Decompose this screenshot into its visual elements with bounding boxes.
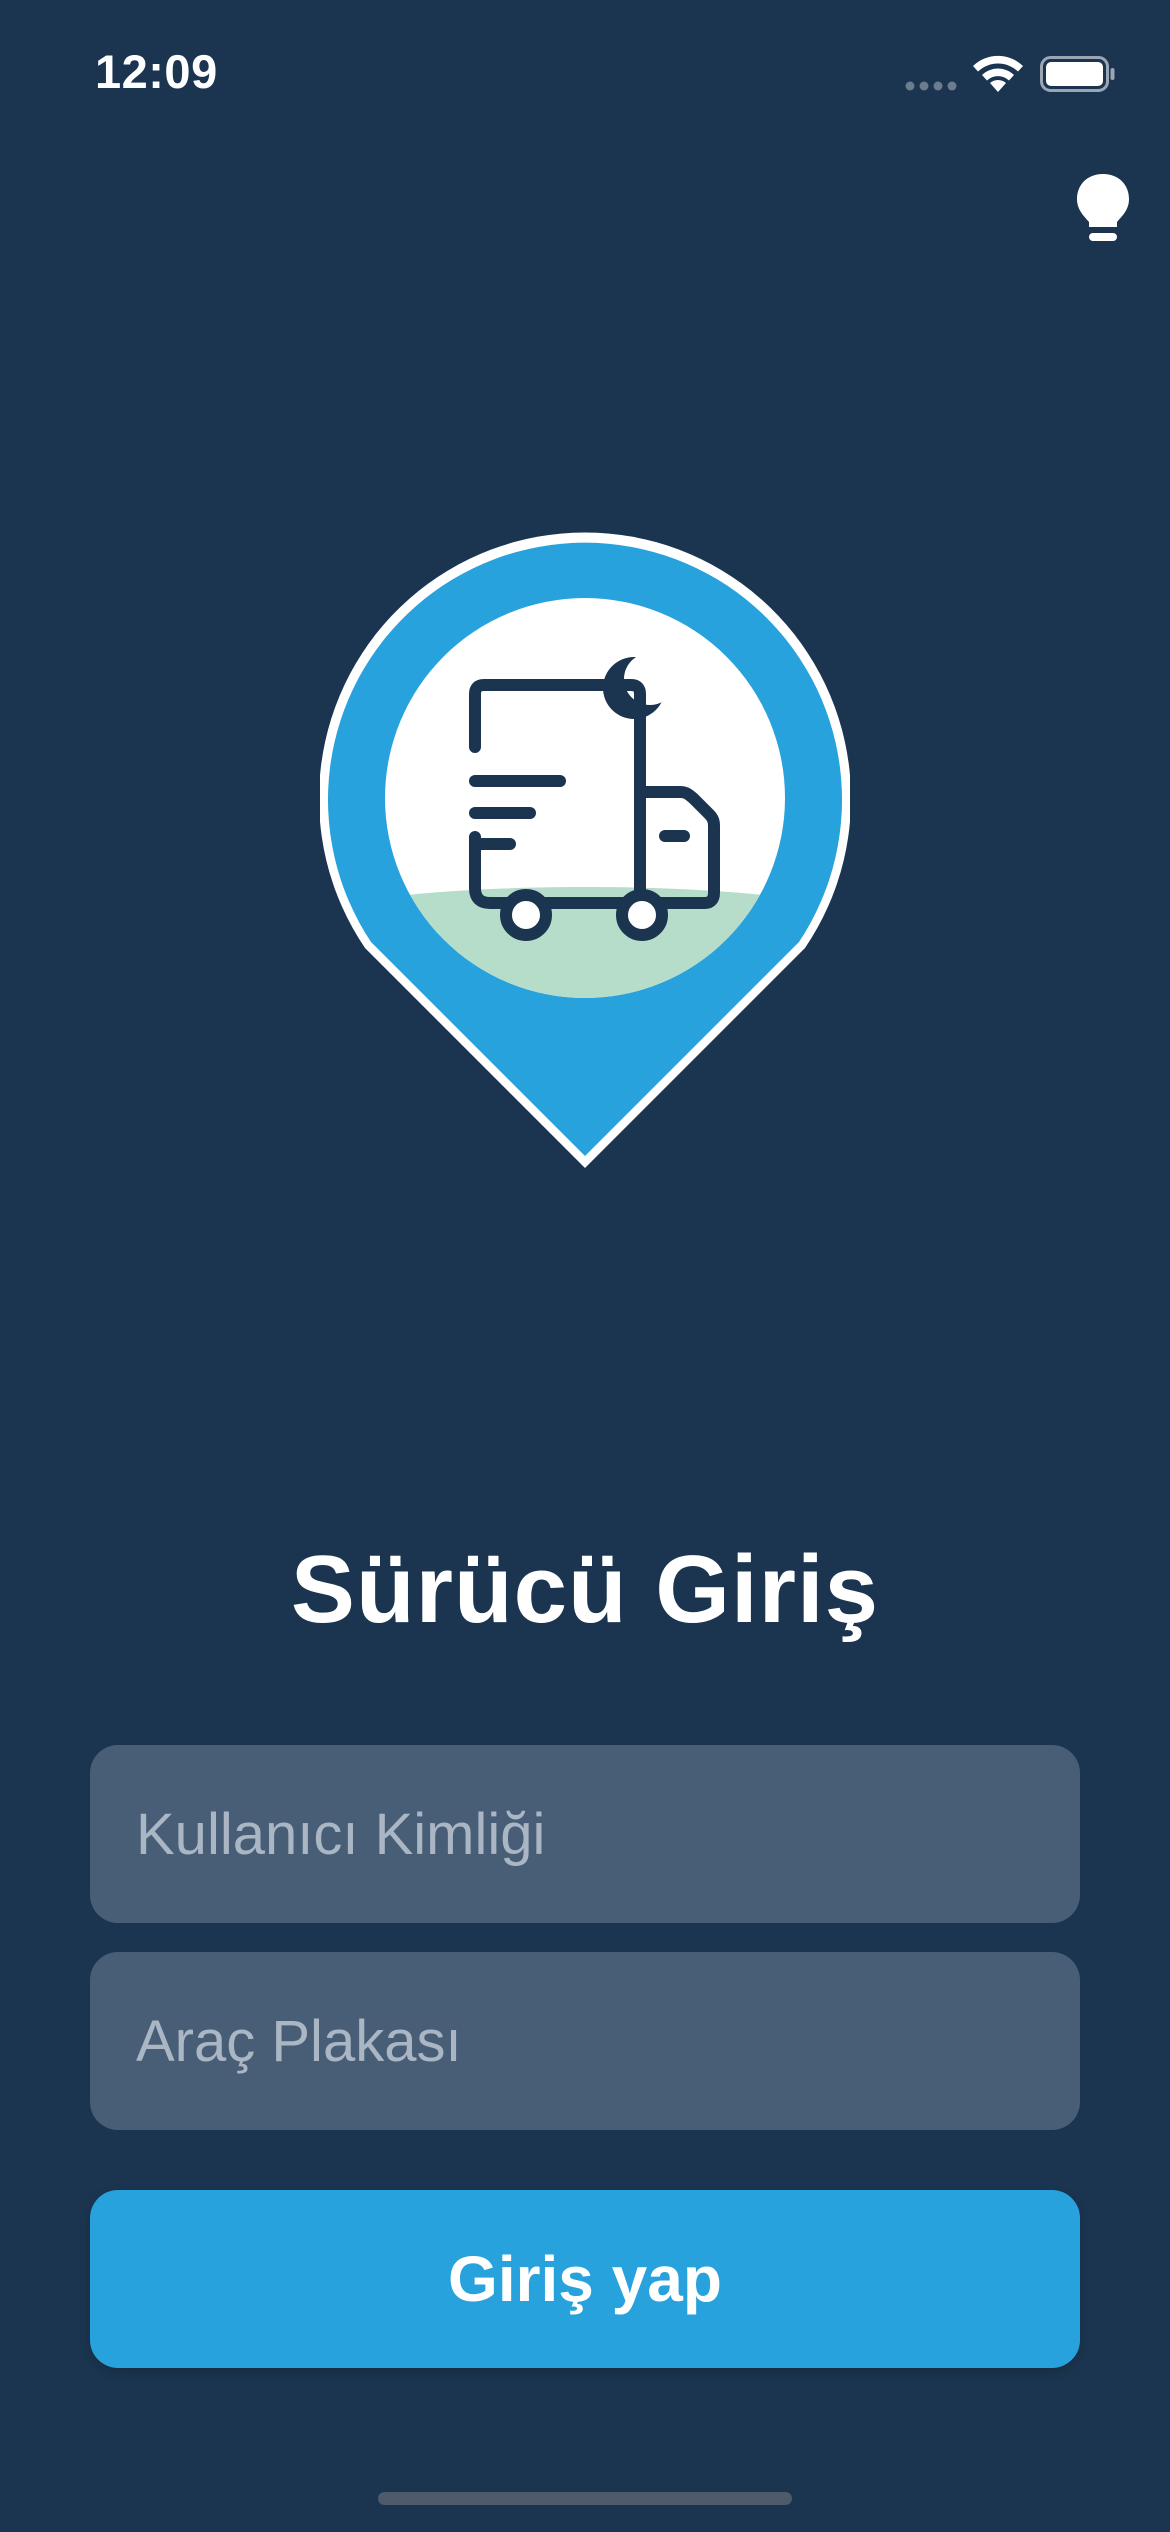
lightbulb-icon[interactable] (1073, 172, 1133, 244)
status-bar: 12:09 (0, 0, 1170, 150)
status-time: 12:09 (95, 45, 218, 98)
vehicle-plate-field[interactable] (90, 1952, 1080, 2130)
wifi-icon (973, 55, 1023, 92)
cellular-signal-icon (905, 81, 957, 91)
login-screen: 12:09 Sürücü Giriş Kullanıcı Kimliği Ara… (0, 0, 1170, 2532)
truck-location-pin-logo (320, 532, 850, 1168)
home-indicator[interactable] (378, 2492, 792, 2505)
rear-wheel (500, 889, 552, 941)
battery-icon (1040, 56, 1115, 92)
front-wheel (616, 889, 668, 941)
page-title: Sürücü Giriş (290, 1536, 880, 1643)
user-id-field[interactable] (90, 1745, 1080, 1923)
login-button[interactable]: Giriş yap (90, 2190, 1080, 2368)
